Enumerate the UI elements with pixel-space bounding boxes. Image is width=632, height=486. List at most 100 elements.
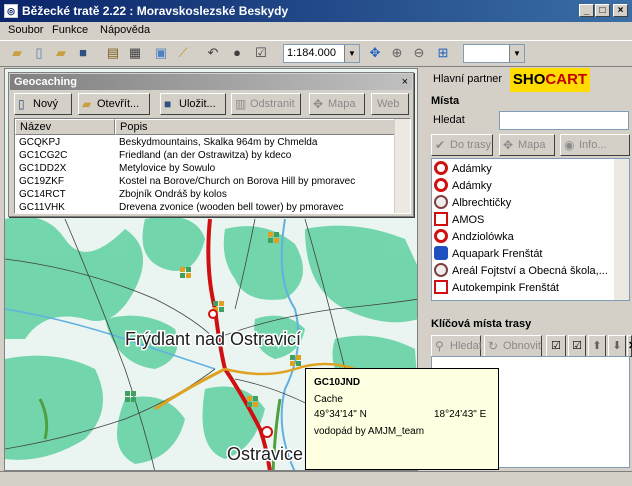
menu-soubor[interactable]: Soubor [8,24,43,36]
zoom-in-icon[interactable]: ⊕ [388,44,406,62]
track-search-button[interactable]: ⚲ Hledat [431,335,482,357]
info-label: Info... [579,139,607,151]
refresh-button[interactable]: ↻ Obnovit [484,335,542,357]
place-name: Adámky [452,180,492,192]
menu-napoveda[interactable]: Nápověda [100,24,150,36]
open-button-label: Otevřít... [97,98,140,110]
cell-desc: Friedland (an der Ostrawitza) by kdeco [119,150,292,161]
places-map-button[interactable]: ✥ Mapa [499,134,555,156]
cell-name: GC14RCT [19,189,66,200]
move-down-button[interactable]: ⬇ [608,335,626,357]
folder-icon: ▰ [82,97,92,111]
geocaching-title: Geocaching [14,76,77,88]
cache-tooltip: GC10JND Cache 49°34'14" N 18°24'43" E vo… [305,368,499,470]
compass-icon [434,263,448,277]
book-icon[interactable]: ▤ [104,44,122,62]
list-item[interactable]: Areál Fojtství a Obecná škola,... [434,263,608,280]
list-item[interactable]: Adámky [434,178,492,195]
cache-code: GC10JND [314,377,361,388]
check-icon: ✔ [435,138,446,152]
new-document-icon: ▯ [18,97,25,111]
zoom-fit-icon[interactable]: ⊞ [434,44,452,62]
chevron-down-icon[interactable]: ▼ [509,45,524,62]
remove-button[interactable]: ✕ [627,335,632,357]
folder-icon[interactable]: ▰ [8,44,26,62]
tab-main-partner[interactable]: Hlavní partner [429,70,506,90]
checklist-icon[interactable]: ☑ [252,44,270,62]
logo-part1: SHO [512,71,546,88]
close-button[interactable]: × [613,4,628,17]
column-header-desc[interactable]: Popis [115,119,395,135]
cell-name: GC11VHK [19,202,65,213]
target-icon [434,161,448,175]
places-list: Adámky Adámky Albrechtičky AMOS Andzioló… [431,158,630,301]
track-title: Klíčová místa trasy [431,318,532,330]
to-tracks-label: Do trasy [450,139,491,151]
cell-desc: Kostel na Borove/Church on Borova Hill b… [119,176,356,187]
map-button[interactable]: ✥ Mapa [309,93,365,115]
trash-icon: ▥ [235,97,247,111]
info-button[interactable]: ◉ Info... [560,134,630,156]
track-search-label: Hledat [450,340,482,352]
list-item[interactable]: Aquapark Frenštát [434,246,543,263]
list-item[interactable]: Andziolówka [434,229,514,246]
to-tracks-button[interactable]: ✔ Do trasy [431,134,493,156]
close-icon[interactable]: × [402,76,408,88]
places-title: Místa [431,95,460,107]
list-item[interactable]: Autokempink Frenštát [434,280,559,297]
save-button[interactable]: ■ Uložit... [160,93,226,115]
places-map-label: Mapa [518,139,546,151]
ruler-icon[interactable]: ⟋ [174,44,192,62]
scale-value: 1:184.000 [287,47,336,59]
maximize-button[interactable]: □ [595,4,610,17]
open-button[interactable]: ▰ Otevřít... [78,93,150,115]
open-folder-icon[interactable]: ▰ [52,44,70,62]
list-item[interactable]: AMOS [434,212,484,229]
cache-latitude: 49°34'14" N [314,409,367,420]
layer-combobox[interactable]: ▼ [463,44,525,63]
target-icon [434,178,448,192]
menu-bar: Soubor Funkce Nápověda [0,22,632,40]
search-label: Hledat [433,114,465,126]
move-up-button[interactable]: ⬆ [588,335,606,357]
save-icon[interactable]: ■ [74,44,92,62]
cell-desc: Beskydmountains, Skalka 964m by Chmelda [119,137,318,148]
place-name: Areál Fojtství a Obecná škola,... [452,265,608,277]
place-name: Albrechtičky [452,197,512,209]
status-bar [0,471,632,486]
checklist-button[interactable]: ☑ [546,335,566,357]
web-button[interactable]: Web [371,93,409,115]
target-icon [434,229,448,243]
logo-part2: CART [545,71,588,88]
search-input[interactable] [499,111,629,130]
menu-funkce[interactable]: Funkce [52,24,88,36]
compass-icon [434,195,448,209]
town-label-frydlant: Frýdlant nad Ostravicí [125,329,301,349]
window-title: Běžecké tratě 2.22 : Moravskoslezské Bes… [22,4,289,18]
minimize-button[interactable]: _ [579,4,594,17]
zoom-out-icon[interactable]: ⊖ [410,44,428,62]
town-label-ostravice: Ostravice [227,444,303,464]
stop-icon[interactable]: ● [228,44,246,62]
checklist-icon: ☑ [551,340,561,352]
delete-button[interactable]: ▥ Odstranit [231,93,301,115]
scale-combobox[interactable]: 1:184.000 ▼ [283,44,360,63]
search-icon: ⚲ [435,339,444,353]
check-button[interactable]: ☑ [568,335,586,357]
map-button-label: Mapa [328,98,356,110]
grid-icon[interactable]: ▦ [126,44,144,62]
list-item[interactable]: Adámky [434,161,492,178]
camera-icon[interactable]: ▣ [152,44,170,62]
place-name: Adámky [452,163,492,175]
new-file-icon[interactable]: ▯ [30,44,48,62]
vertical-scrollbar[interactable] [394,119,410,213]
new-button-label: Nový [33,98,59,110]
list-item[interactable]: Albrechtičky [434,195,511,212]
undo-icon[interactable]: ↶ [204,44,222,62]
refresh-icon: ↻ [488,339,499,353]
column-header-name[interactable]: Název [15,119,115,135]
new-button[interactable]: ▯ Nový [14,93,72,115]
chevron-down-icon[interactable]: ▼ [344,45,359,62]
vertical-scrollbar[interactable] [614,159,629,300]
move-icon[interactable]: ✥ [366,44,384,62]
